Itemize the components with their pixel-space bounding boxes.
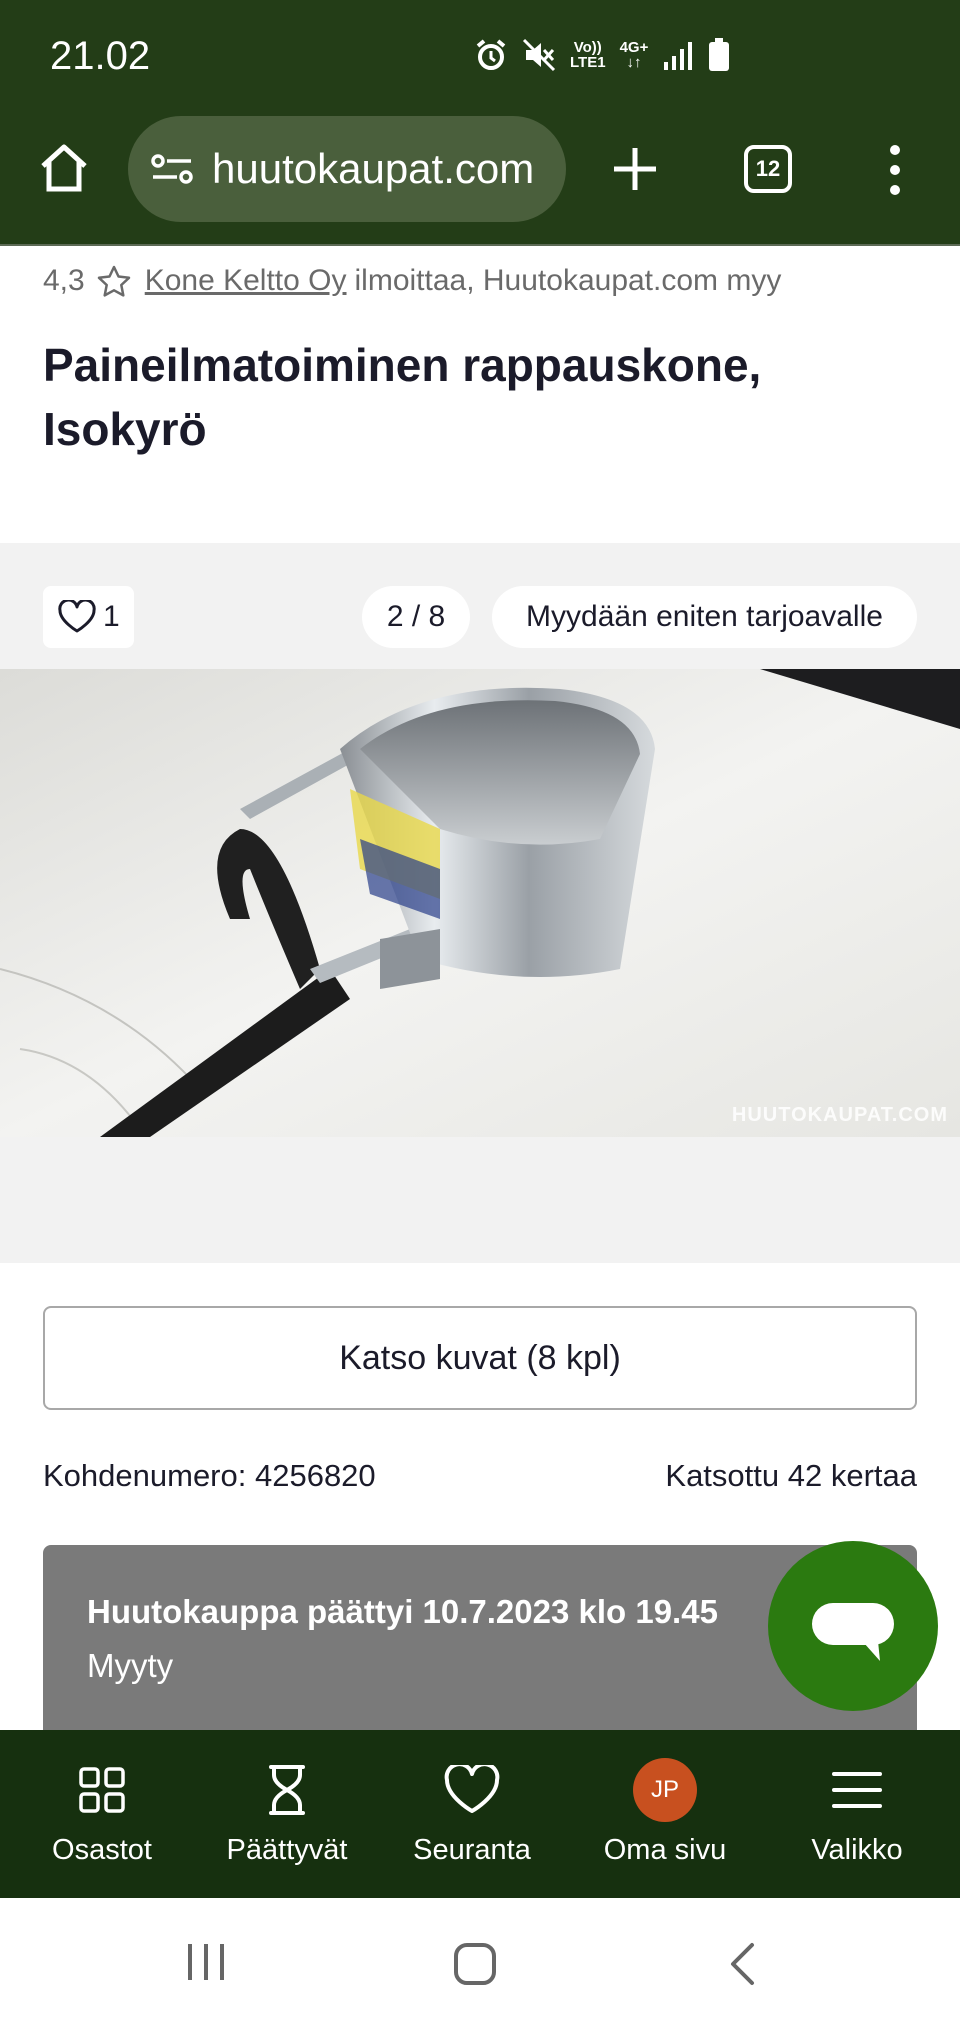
item-number: Kohdenumero: 4256820 (43, 1458, 376, 1493)
tab-switcher-button[interactable]: 12 (744, 145, 792, 193)
nav-label: Valikko (811, 1834, 903, 1866)
view-count: Katsottu 42 kertaa (665, 1458, 917, 1493)
status-bar: 21.02 Vo)) LTE1 4G+ ↓↑ (0, 0, 960, 116)
auction-end-time: Huutokauppa päättyi 10.7.2023 klo 19.45 (87, 1593, 718, 1630)
image-gallery: 1 2 / 8 Myydään eniten tarjoavalle HUUTO… (0, 543, 960, 1263)
sale-type-badge: Myydään eniten tarjoavalle (492, 586, 917, 648)
view-images-button[interactable]: Katso kuvat (8 kpl) (43, 1306, 917, 1410)
hopper-gun-illustration (0, 669, 960, 1137)
seller-suffix: ilmoittaa, Huutokaupat.com myy (354, 264, 782, 297)
nav-label: Osastot (52, 1834, 152, 1866)
nav-item-seuranta[interactable]: Seuranta (392, 1730, 552, 1898)
page-title: Paineilmatoiminen rappauskone, Isokyrö (43, 339, 762, 455)
nav-item-osastot[interactable]: Osastot (22, 1730, 182, 1898)
recent-apps-icon[interactable] (186, 1942, 226, 1982)
more-options-icon[interactable] (885, 144, 905, 196)
status-time: 21.02 (50, 34, 151, 78)
signal-icon (664, 42, 693, 70)
url-text: huutokaupat.com (212, 145, 535, 192)
toolbar-divider (0, 244, 960, 246)
nav-item-oma-sivu[interactable]: JP Oma sivu (584, 1730, 746, 1898)
hourglass-icon (269, 1765, 305, 1815)
image-counter: 2 / 8 (362, 586, 470, 648)
network-type-indicator: 4G+ ↓↑ (619, 39, 649, 71)
alarm-icon (476, 39, 506, 70)
nav-label: Päättyvät (226, 1834, 348, 1866)
new-tab-icon[interactable] (612, 146, 658, 192)
bottom-navigation: Osastot Päättyvät Seuranta JP Oma sivu V… (0, 1730, 960, 1898)
home-button-icon[interactable] (453, 1942, 497, 1986)
seller-info: 4,3 Kone Keltto Oy ilmoittaa, Huutokaupa… (43, 264, 781, 298)
nav-item-paattyvat[interactable]: Päättyvät (202, 1730, 372, 1898)
heart-icon (444, 1765, 500, 1813)
chat-icon (812, 1603, 894, 1661)
seller-rating: 4,3 (43, 264, 85, 297)
nav-label: Oma sivu (603, 1834, 727, 1866)
site-settings-icon[interactable] (150, 151, 194, 187)
mute-icon (522, 38, 556, 72)
system-navigation (0, 1898, 960, 2027)
status-icons: Vo)) LTE1 4G+ ↓↑ (474, 38, 730, 72)
watermark: HUUTOKAUPAT.COM (731, 1104, 948, 1126)
item-meta: Kohdenumero: 4256820 Katsottu 42 kertaa (43, 1458, 917, 1494)
back-icon[interactable] (728, 1942, 756, 1986)
address-bar[interactable]: huutokaupat.com (128, 116, 566, 222)
menu-icon (832, 1772, 882, 1808)
favorite-button[interactable]: 1 (43, 586, 134, 648)
nav-label: Seuranta (413, 1834, 531, 1866)
chat-button[interactable] (768, 1541, 938, 1711)
nav-item-valikko[interactable]: Valikko (782, 1730, 932, 1898)
network-volte-indicator: Vo)) LTE1 (570, 39, 606, 71)
auction-status: Myyty (87, 1647, 174, 1684)
heart-icon (58, 600, 96, 633)
battery-icon (709, 38, 730, 71)
grid-icon (79, 1767, 125, 1813)
avatar: JP (633, 1758, 697, 1822)
favorite-count: 1 (103, 600, 120, 633)
home-icon[interactable] (38, 142, 90, 194)
browser-toolbar: huutokaupat.com 12 (0, 116, 960, 246)
star-icon (97, 265, 130, 297)
product-image[interactable]: HUUTOKAUPAT.COM (0, 669, 960, 1137)
seller-link[interactable]: Kone Keltto Oy (145, 264, 347, 298)
